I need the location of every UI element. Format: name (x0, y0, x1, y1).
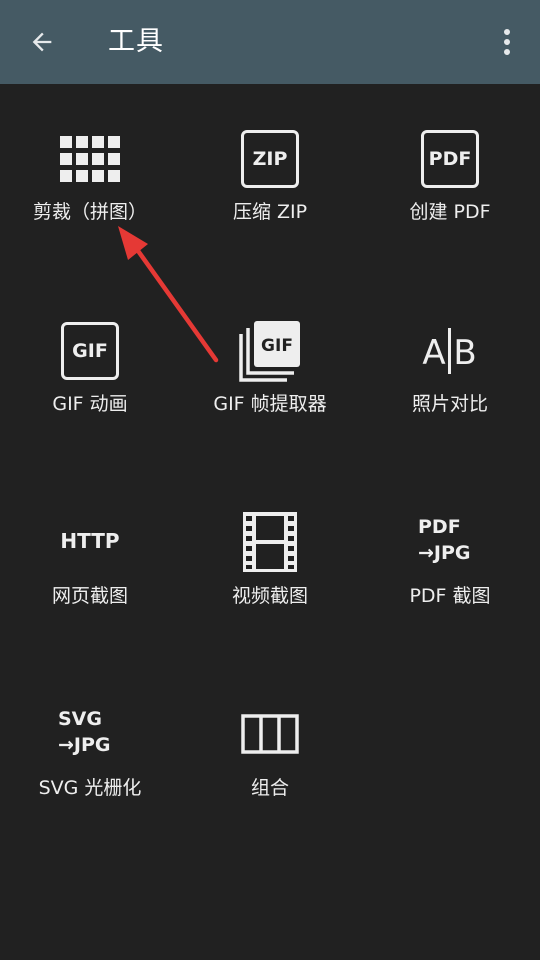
film-strip-icon (243, 512, 297, 572)
pdf-to-jpg-line2: →JPG (418, 542, 471, 564)
pdf-to-jpg-icon: PDF →JPG (418, 514, 471, 566)
tool-video-screenshot[interactable]: 视频截图 (180, 476, 360, 626)
tool-crop-stitch[interactable]: 剪裁（拼图） (0, 90, 180, 240)
svg-to-jpg-line1: SVG (58, 708, 102, 730)
arrow-left-icon (32, 32, 52, 52)
tool-compress-zip[interactable]: ZIP 压缩 ZIP (180, 90, 360, 240)
compare-a-text: A (422, 333, 445, 373)
tool-combine[interactable]: 组合 (180, 668, 360, 818)
tool-pdf-screenshot[interactable]: PDF →JPG PDF 截图 (360, 476, 540, 626)
a-b-compare-icon: A B (420, 328, 480, 374)
app-bar: 工具 (0, 0, 540, 84)
gif-stack-icon: GIF (239, 320, 301, 382)
compare-b-text: B (453, 333, 476, 373)
tool-label: GIF 动画 (52, 393, 128, 415)
tool-photo-compare[interactable]: A B 照片对比 (360, 282, 540, 432)
tool-label: 压缩 ZIP (232, 201, 308, 223)
tool-label: PDF 截图 (409, 585, 491, 607)
tool-label: 创建 PDF (409, 201, 491, 223)
http-icon-text: HTTP (60, 529, 120, 553)
grid-icon (60, 136, 120, 182)
tool-label: 视频截图 (231, 585, 308, 607)
pdf-icon-text: PDF (421, 130, 479, 188)
tool-gif-frame-extractor[interactable]: GIF GIF 帧提取器 (180, 282, 360, 432)
more-options-button[interactable] (490, 22, 524, 62)
tool-create-pdf[interactable]: PDF 创建 PDF (360, 90, 540, 240)
more-vertical-icon (504, 29, 510, 55)
tool-label: GIF 帧提取器 (213, 393, 327, 415)
page-title: 工具 (108, 26, 164, 57)
zip-icon: ZIP (241, 130, 299, 188)
tool-svg-rasterize[interactable]: SVG →JPG SVG 光栅化 (0, 668, 180, 818)
columns-icon (241, 714, 299, 754)
tool-gif-animation[interactable]: GIF GIF 动画 (0, 282, 180, 432)
gif-stack-icon-text: GIF (261, 336, 293, 356)
pdf-icon: PDF (421, 130, 479, 188)
svg-to-jpg-icon: SVG →JPG (58, 706, 111, 758)
zip-icon-text: ZIP (241, 130, 299, 188)
svg-to-jpg-line2: →JPG (58, 734, 111, 756)
gif-icon: GIF (61, 322, 119, 380)
http-icon: HTTP (60, 528, 119, 554)
tool-label: 网页截图 (51, 585, 128, 607)
pdf-to-jpg-line1: PDF (418, 516, 461, 538)
gif-icon-text: GIF (61, 322, 119, 380)
tool-label: 剪裁（拼图） (32, 201, 147, 223)
tool-label: 组合 (250, 777, 289, 799)
back-button[interactable] (20, 22, 64, 62)
tool-label: 照片对比 (411, 393, 488, 415)
tool-webpage-screenshot[interactable]: HTTP 网页截图 (0, 476, 180, 626)
tool-label: SVG 光栅化 (38, 777, 142, 799)
